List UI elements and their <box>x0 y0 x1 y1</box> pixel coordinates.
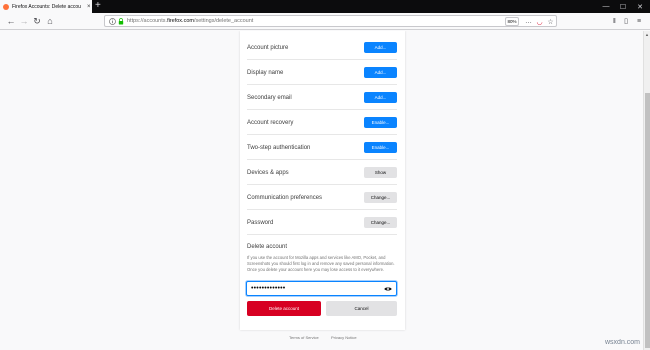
row-two-step-authentication: Two-step authentication Enable... <box>247 135 397 160</box>
row-label: Communication preferences <box>247 195 323 201</box>
row-display-name: Display name Add... <box>247 60 397 85</box>
add-secondary-email-button[interactable]: Add... <box>364 92 397 103</box>
info-icon[interactable] <box>109 18 116 25</box>
delete-account-description: If you use the account for Mozilla apps … <box>247 255 395 272</box>
page-scrollbar[interactable]: ▲ <box>643 31 650 350</box>
enable-account-recovery-button[interactable]: Enable... <box>364 117 397 128</box>
tab-title: Firefox Accounts: Delete accou <box>12 3 81 10</box>
row-label: Devices & apps <box>247 170 289 176</box>
tab-close-icon[interactable]: × <box>87 4 91 10</box>
settings-card: Account picture Add... Display name Add.… <box>240 31 405 330</box>
minimize-button[interactable]: — <box>598 0 614 13</box>
change-password-button[interactable]: Change... <box>364 217 397 228</box>
close-window-button[interactable]: ✕ <box>632 0 648 13</box>
terms-of-service-link[interactable]: Terms of Service <box>289 335 319 340</box>
reload-button[interactable]: ↻ <box>31 15 43 27</box>
lock-icon[interactable] <box>118 18 124 25</box>
watermark-text: wsxdn.com <box>605 339 641 346</box>
show-devices-button[interactable]: Show <box>364 167 397 178</box>
pocket-icon[interactable]: ◡ <box>535 17 544 26</box>
home-button[interactable]: ⌂ <box>44 15 56 27</box>
row-account-picture: Account picture Add... <box>247 35 397 60</box>
url-domain: firefox.com <box>167 18 194 24</box>
row-label: Account picture <box>247 45 289 51</box>
menu-icon[interactable]: ≡ <box>634 16 644 26</box>
tab-strip: Firefox Accounts: Delete accou × + — ☐ ✕ <box>0 0 650 13</box>
row-account-recovery: Account recovery Enable... <box>247 110 397 135</box>
bookmark-star-icon[interactable]: ☆ <box>546 17 555 26</box>
maximize-button[interactable]: ☐ <box>615 0 631 13</box>
delete-account-title: Delete account <box>247 244 288 250</box>
page-actions-icon[interactable]: … <box>524 17 533 26</box>
enable-two-step-button[interactable]: Enable... <box>364 142 397 153</box>
row-label: Display name <box>247 70 284 76</box>
scroll-up-arrow-icon[interactable]: ▲ <box>644 32 650 37</box>
row-label: Password <box>247 220 274 226</box>
row-label: Account recovery <box>247 120 294 126</box>
url-bar[interactable]: https://accounts.firefox.com/settings/de… <box>104 15 557 27</box>
row-label: Two-step authentication <box>247 145 311 151</box>
navigation-bar: ← → ↻ ⌂ https://accounts.firefox.com/set… <box>0 13 650 30</box>
cancel-button[interactable]: Cancel <box>326 301 397 316</box>
firefox-favicon-icon <box>3 3 9 10</box>
library-icon[interactable]: ||| <box>609 16 619 26</box>
new-tab-button[interactable]: + <box>95 0 101 13</box>
back-button[interactable]: ← <box>5 15 17 27</box>
page-content: Account picture Add... Display name Add.… <box>0 31 643 350</box>
add-display-name-button[interactable]: Add... <box>364 67 397 78</box>
scrollbar-thumb[interactable] <box>645 93 650 348</box>
tab-firefox-accounts[interactable]: Firefox Accounts: Delete accou × <box>0 0 92 13</box>
url-text[interactable]: https://accounts.firefox.com/settings/de… <box>127 17 253 26</box>
url-prefix: https://accounts. <box>127 18 168 24</box>
privacy-notice-link[interactable]: Privacy Notice <box>331 335 357 340</box>
row-password: Password Change... <box>247 210 397 235</box>
zoom-level-badge[interactable]: 80% <box>505 17 519 26</box>
row-secondary-email: Secondary email Add... <box>247 85 397 110</box>
row-communication-preferences: Communication preferences Change... <box>247 185 397 210</box>
sidebar-icon[interactable]: ▯ <box>621 16 631 26</box>
delete-account-button[interactable]: Delete account <box>247 301 321 316</box>
change-communication-button[interactable]: Change... <box>364 192 397 203</box>
password-input[interactable]: ••••••••••••• <box>246 281 397 296</box>
row-label: Secondary email <box>247 95 292 101</box>
add-account-picture-button[interactable]: Add... <box>364 42 397 53</box>
row-devices-apps: Devices & apps Show <box>247 160 397 185</box>
show-password-eye-icon[interactable] <box>384 286 392 292</box>
forward-button[interactable]: → <box>18 15 30 27</box>
url-path: /settings/delete_account <box>193 18 254 24</box>
password-value: ••••••••••••• <box>251 285 286 292</box>
